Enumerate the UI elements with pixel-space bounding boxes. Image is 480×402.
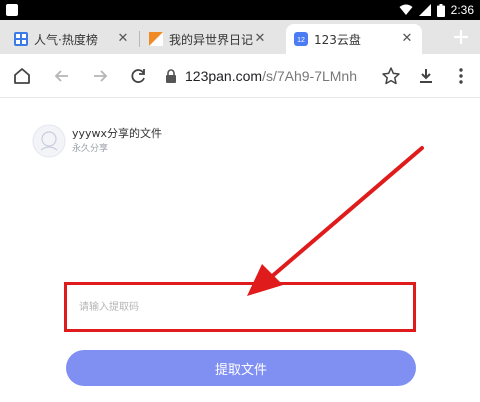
share-info: yyywx分享的文件 永久分享 xyxy=(72,127,162,156)
close-icon[interactable]: ✕ xyxy=(400,32,414,46)
more-icon[interactable] xyxy=(451,66,471,86)
extract-files-button[interactable]: 提取文件 xyxy=(66,350,416,386)
status-time: 2:36 xyxy=(450,3,474,17)
share-header: yyywx分享的文件 永久分享 xyxy=(32,124,162,158)
tab-title: 我的异世界日记 xyxy=(169,32,254,47)
grid-favicon-icon xyxy=(14,32,28,46)
download-icon[interactable] xyxy=(416,66,436,86)
share-title: yyywx分享的文件 xyxy=(72,126,163,140)
app-notification-icon xyxy=(6,4,18,16)
new-tab-icon[interactable] xyxy=(452,28,470,46)
tab-renqi[interactable]: 人气·热度榜 ✕ xyxy=(6,24,138,54)
close-icon[interactable]: ✕ xyxy=(253,32,267,46)
url-path: /s/7Ah9-7LMnh xyxy=(262,68,358,84)
extraction-code-input[interactable] xyxy=(79,285,413,329)
status-right-group: 2:36 xyxy=(399,0,474,20)
lock-icon xyxy=(166,69,176,83)
svg-text:12: 12 xyxy=(297,37,305,44)
share-subtitle: 永久分享 xyxy=(72,143,109,154)
forward-icon[interactable] xyxy=(90,66,110,86)
home-icon[interactable] xyxy=(12,66,32,86)
star-icon[interactable] xyxy=(381,66,401,86)
wifi-icon xyxy=(399,4,413,15)
url-host: 123pan.com xyxy=(185,68,263,84)
reload-icon[interactable] xyxy=(128,66,148,86)
signal-icon xyxy=(418,4,431,16)
tab-123pan[interactable]: 12 123云盘 ✕ xyxy=(286,24,422,54)
battery-icon xyxy=(436,3,445,17)
tab-title: 123云盘 xyxy=(314,32,361,47)
orange-flag-favicon-icon xyxy=(149,32,163,46)
close-icon[interactable]: ✕ xyxy=(116,32,130,46)
back-icon[interactable] xyxy=(52,66,72,86)
avatar xyxy=(32,124,66,158)
tab-title: 人气·热度榜 xyxy=(34,32,98,47)
address-bar[interactable]: 123pan.com/s/7Ah9-7LMnh xyxy=(165,67,357,85)
password-input-box xyxy=(64,282,416,332)
browser-window: 2:36 人气·热度榜 ✕ 我的异世界日记 ✕ 12 123云盘 ✕ 123pa… xyxy=(0,0,480,402)
tab-divider xyxy=(139,31,140,47)
browser-toolbar: 123pan.com/s/7Ah9-7LMnh xyxy=(0,54,480,98)
status-bar: 2:36 xyxy=(0,0,480,20)
tab-strip: 人气·热度榜 ✕ 我的异世界日记 ✕ 12 123云盘 ✕ xyxy=(0,20,480,54)
cloud-favicon-icon: 12 xyxy=(294,32,308,46)
tab-diary[interactable]: 我的异世界日记 ✕ xyxy=(141,24,275,54)
